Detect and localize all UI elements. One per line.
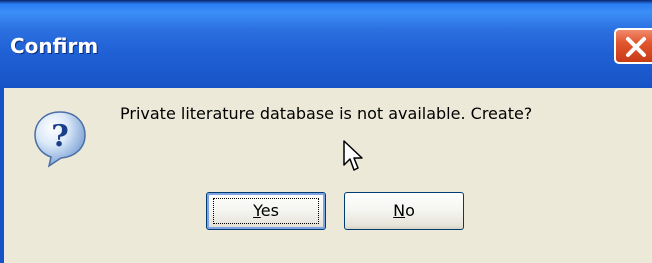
confirm-dialog-window: Confirm ? Private literature database is… <box>0 0 652 263</box>
window-title: Confirm <box>10 34 99 58</box>
yes-button[interactable]: Yes <box>206 192 326 230</box>
close-button[interactable] <box>614 28 652 64</box>
yes-button-label: Yes <box>253 201 279 220</box>
mouse-cursor-icon <box>343 140 363 171</box>
close-icon <box>626 37 646 57</box>
question-icon: ? <box>34 111 86 168</box>
svg-text:?: ? <box>51 119 69 154</box>
dialog-message: Private literature database is not avail… <box>120 104 533 123</box>
no-button-label: No <box>393 201 415 220</box>
dialog-content: ? Private literature database is not ava… <box>4 88 652 263</box>
no-button[interactable]: No <box>344 192 464 230</box>
title-bar[interactable]: Confirm <box>0 0 652 88</box>
